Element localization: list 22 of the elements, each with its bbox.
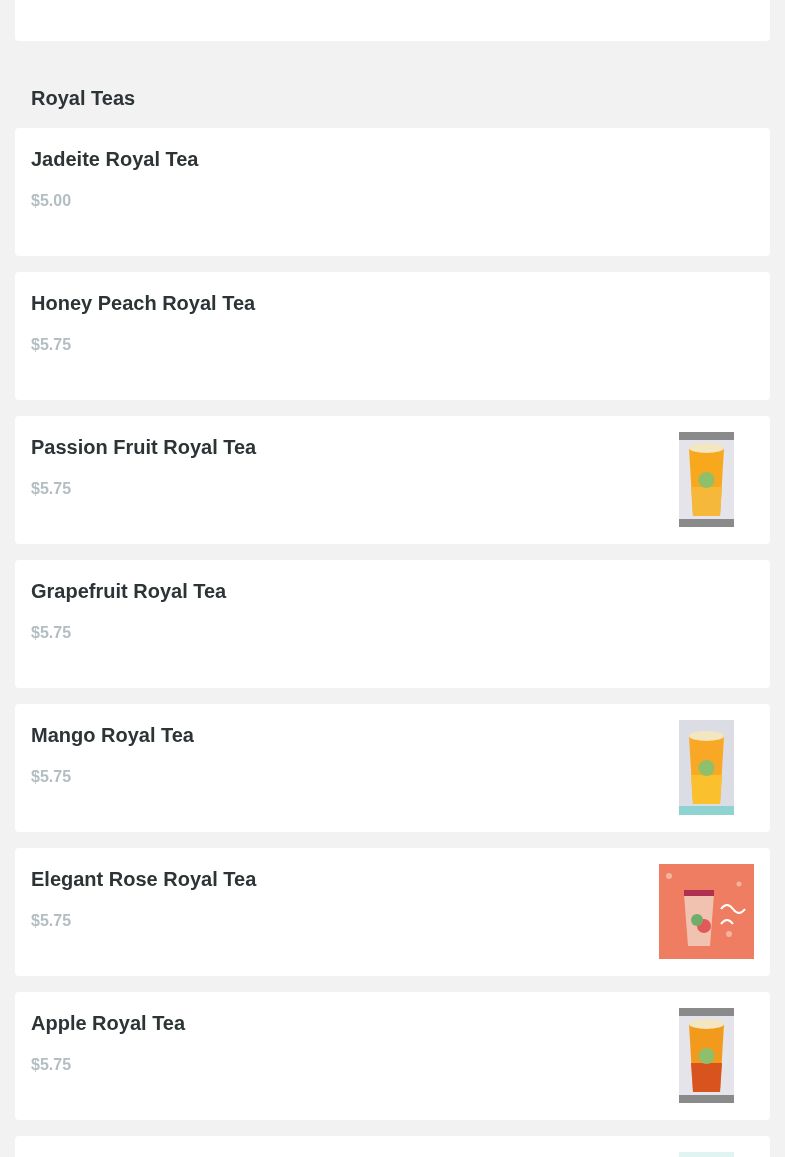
item-name: Elegant Rose Royal Tea xyxy=(31,867,257,892)
menu-item-card[interactable]: Passion Fruit Royal Tea $5.75 xyxy=(15,416,770,544)
item-name: Jadeite Royal Tea xyxy=(31,147,199,172)
section-title: Royal Teas xyxy=(31,86,137,111)
menu-item-card[interactable]: Honey Peach Royal Tea $5.75 xyxy=(15,272,770,400)
item-price: $5.00 xyxy=(31,191,73,211)
item-name: Honey Peach Royal Tea xyxy=(31,291,256,316)
menu-item-card[interactable]: Elegant Rose Royal Tea $5.75 xyxy=(15,848,770,976)
item-price: $5.75 xyxy=(31,623,73,643)
item-name: Grapefruit Royal Tea xyxy=(31,579,227,604)
menu-item-card[interactable]: Apple Royal Tea $5.75 xyxy=(15,992,770,1120)
item-name: Apple Royal Tea xyxy=(31,1011,186,1036)
menu-item-card[interactable]: Grapefruit Royal Tea $5.75 xyxy=(15,560,770,688)
item-price: $5.75 xyxy=(31,479,73,499)
item-name: Mango Royal Tea xyxy=(31,723,194,748)
item-price: $5.75 xyxy=(31,767,73,787)
item-price: $5.75 xyxy=(31,911,73,931)
menu-item-card[interactable]: Jadeite Royal Tea $5.00 xyxy=(15,128,770,256)
menu-item-card[interactable]: Mango Royal Tea $5.75 xyxy=(15,704,770,832)
item-price: $5.75 xyxy=(31,335,73,355)
item-price: $5.75 xyxy=(31,1055,73,1075)
item-name: Passion Fruit Royal Tea xyxy=(31,435,257,460)
